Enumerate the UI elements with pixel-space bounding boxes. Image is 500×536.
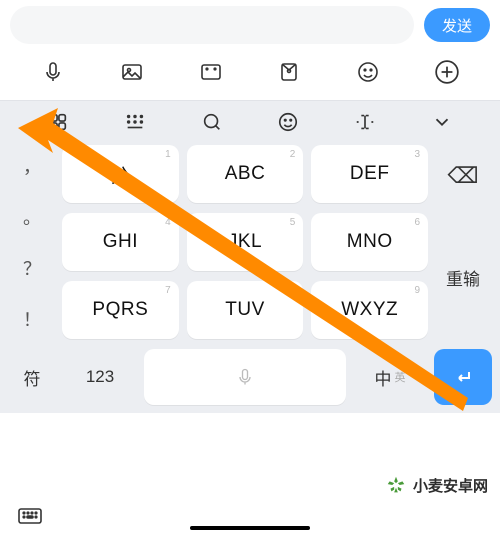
chat-toolbar xyxy=(0,48,500,100)
watermark-logo-icon xyxy=(385,474,407,496)
punct-exclaim[interactable]: ！ xyxy=(8,298,56,339)
key-7-pqrs[interactable]: 7PQRS xyxy=(62,281,179,339)
watermark-text: 小麦安卓网 xyxy=(413,475,488,496)
backspace-icon: ⌫ xyxy=(447,163,478,189)
punct-comma[interactable]: ， xyxy=(8,145,56,186)
punctuation-column: ， 。 ？ ！ xyxy=(8,145,56,339)
symbol-key[interactable]: 符 xyxy=(8,349,56,405)
punct-period[interactable]: 。 xyxy=(8,196,56,237)
language-key[interactable]: 中英 xyxy=(354,349,426,405)
numeric-key[interactable]: 123 xyxy=(64,349,136,405)
mic-icon[interactable] xyxy=(39,58,67,86)
home-indicator[interactable] xyxy=(190,526,310,530)
keyboard-style-icon[interactable] xyxy=(97,111,174,133)
key-3-def[interactable]: 3DEF xyxy=(311,145,428,203)
smiley-icon[interactable] xyxy=(250,111,327,133)
key-6-mno[interactable]: 6MNO xyxy=(311,213,428,271)
key-4-ghi[interactable]: 4GHI xyxy=(62,213,179,271)
key-2-abc[interactable]: 2ABC xyxy=(187,145,304,203)
message-input[interactable] xyxy=(10,6,414,44)
gallery-icon[interactable] xyxy=(118,58,146,86)
punct-question[interactable]: ？ xyxy=(8,247,56,288)
redpacket-icon[interactable] xyxy=(275,58,303,86)
enter-key[interactable] xyxy=(434,349,492,405)
key-1[interactable]: 1分 xyxy=(62,145,179,203)
emoji-icon[interactable] xyxy=(354,58,382,86)
space-key[interactable] xyxy=(144,349,346,405)
space-mic-icon xyxy=(235,367,255,387)
key-5-jkl[interactable]: 5JKL xyxy=(187,213,304,271)
backspace-key[interactable]: ⌫ xyxy=(434,145,492,206)
keyboard-toggle-icon[interactable] xyxy=(18,508,42,526)
apps-icon[interactable] xyxy=(20,111,97,133)
plus-icon[interactable] xyxy=(433,58,461,86)
gif-icon[interactable] xyxy=(197,58,225,86)
cursor-icon[interactable] xyxy=(327,111,404,133)
key-9-wxyz[interactable]: 9WXYZ xyxy=(311,281,428,339)
ime-keyboard: ， 。 ？ ！ 1分 2ABC 3DEF 4GHI 5JKL 6MNO 7PQR… xyxy=(0,100,500,413)
watermark: 小麦安卓网 xyxy=(385,474,488,496)
search-icon[interactable] xyxy=(173,111,250,133)
enter-icon xyxy=(451,365,475,389)
send-button[interactable]: 发送 xyxy=(424,8,490,42)
reinput-key[interactable]: 重输 xyxy=(434,216,492,339)
key-8-tuv[interactable]: 8TUV xyxy=(187,281,304,339)
utility-row xyxy=(0,101,500,145)
send-button-label: 发送 xyxy=(442,15,472,36)
chevron-down-icon[interactable] xyxy=(403,111,480,133)
